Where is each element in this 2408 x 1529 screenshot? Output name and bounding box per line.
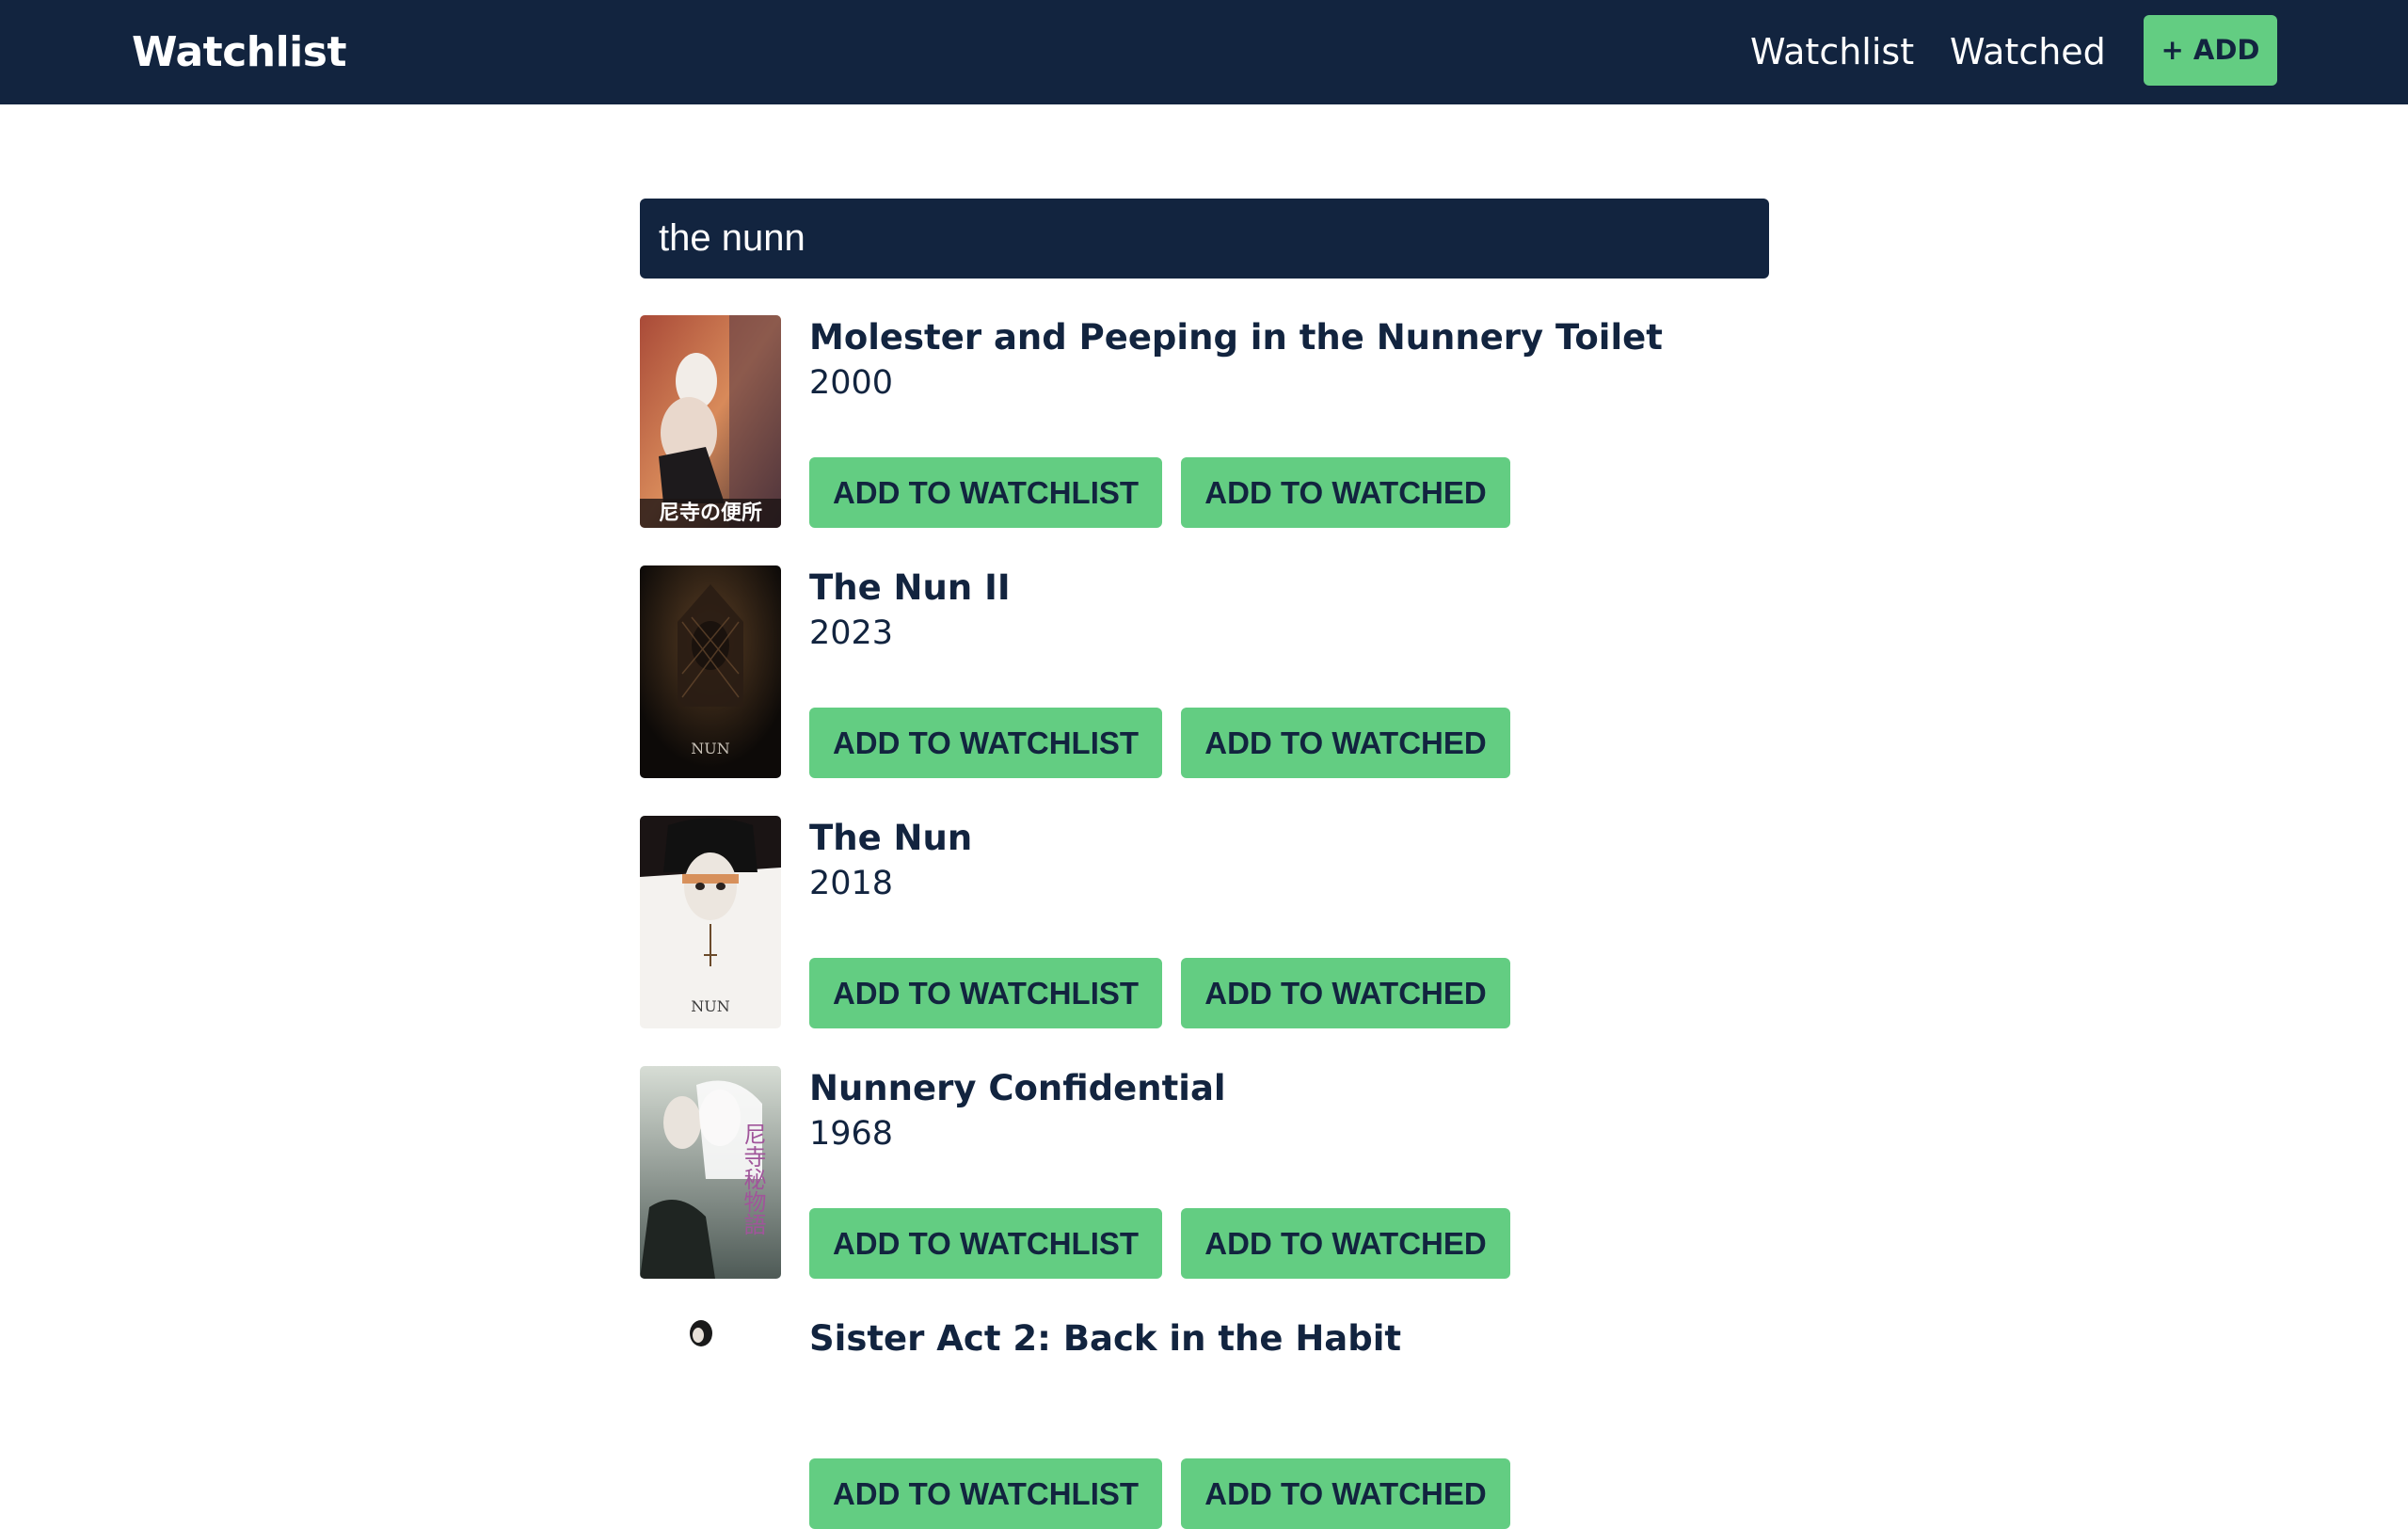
add-to-watchlist-button[interactable]: ADD TO WATCHLIST — [809, 1458, 1162, 1529]
nav-link-watchlist[interactable]: Watchlist — [1750, 0, 1914, 104]
add-to-watchlist-button[interactable]: ADD TO WATCHLIST — [809, 708, 1162, 778]
movie-poster — [640, 1316, 781, 1529]
movie-title: The Nun II — [809, 567, 1011, 608]
svg-text:NUN: NUN — [691, 740, 729, 757]
brand-logo[interactable]: Watchlist — [132, 0, 346, 104]
search-input[interactable] — [640, 199, 1769, 279]
svg-text:尼寺の便所: 尼寺の便所 — [659, 502, 762, 525]
svg-text:NUN: NUN — [691, 997, 729, 1015]
movie-poster: NUN — [640, 816, 781, 1028]
movie-year: 2000 — [809, 364, 894, 402]
add-to-watched-button[interactable]: ADD TO WATCHED — [1181, 1458, 1510, 1529]
movie-poster: NUN — [640, 565, 781, 778]
add-button[interactable]: + ADD — [2144, 15, 2277, 86]
movie-title: Molester and Peeping in the Nunnery Toil… — [809, 317, 1663, 358]
svg-text:尼寺秘物語: 尼寺秘物語 — [740, 1123, 766, 1235]
movie-poster: 尼寺の便所 — [640, 315, 781, 528]
search-result-item: NUN The Nun II 2023 ADD TO WATCHLIST ADD… — [640, 565, 1769, 778]
search-result-item: 尼寺の便所 Molester and Peeping in the Nunner… — [640, 315, 1769, 528]
add-to-watched-button[interactable]: ADD TO WATCHED — [1181, 708, 1510, 778]
movie-title: The Nun — [809, 818, 973, 858]
top-navbar: Watchlist Watchlist Watched + ADD — [0, 0, 2408, 104]
add-to-watchlist-button[interactable]: ADD TO WATCHLIST — [809, 1208, 1162, 1279]
movie-year: 1968 — [809, 1115, 894, 1153]
movie-year: 2023 — [809, 614, 894, 652]
movie-title: Nunnery Confidential — [809, 1068, 1226, 1108]
movie-year: 2018 — [809, 865, 894, 902]
movie-poster: 尼寺秘物語 — [640, 1066, 781, 1279]
add-to-watchlist-button[interactable]: ADD TO WATCHLIST — [809, 457, 1162, 528]
nav-link-watched[interactable]: Watched — [1950, 0, 2106, 104]
search-result-item: NUN The Nun 2018 ADD TO WATCHLIST ADD TO… — [640, 816, 1769, 1028]
movie-title: Sister Act 2: Back in the Habit — [809, 1318, 1402, 1359]
search-result-item: 尼寺秘物語 Nunnery Confidential 1968 ADD TO W… — [640, 1066, 1769, 1279]
add-to-watchlist-button[interactable]: ADD TO WATCHLIST — [809, 958, 1162, 1028]
add-to-watched-button[interactable]: ADD TO WATCHED — [1181, 1208, 1510, 1279]
add-to-watched-button[interactable]: ADD TO WATCHED — [1181, 457, 1510, 528]
add-to-watched-button[interactable]: ADD TO WATCHED — [1181, 958, 1510, 1028]
search-result-item: Sister Act 2: Back in the Habit ADD TO W… — [640, 1316, 1769, 1529]
